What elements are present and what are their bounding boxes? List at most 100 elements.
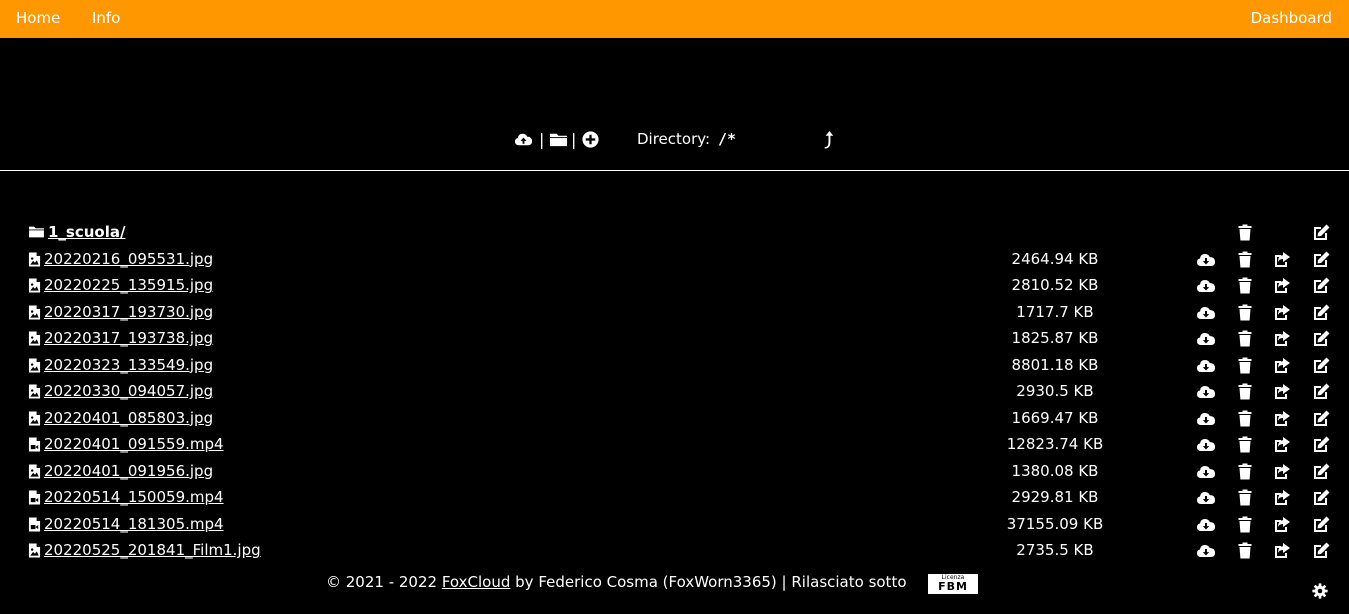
share-icon[interactable]	[1273, 357, 1291, 374]
share-icon[interactable]	[1273, 542, 1291, 559]
edit-icon[interactable]	[1313, 516, 1330, 533]
file-video-icon	[28, 437, 41, 452]
file-link[interactable]: 20220401_091559.mp4	[44, 435, 224, 453]
file-link[interactable]: 20220330_094057.jpg	[44, 382, 213, 400]
license-badge[interactable]: Licenza FBM	[928, 574, 978, 594]
file-row: 20220525_201841_Film1.jpg 2735.5 KB	[0, 537, 1349, 564]
cloud-download-icon[interactable]	[1196, 463, 1216, 480]
file-size: 37155.09 KB	[1006, 514, 1104, 533]
cloud-download-icon[interactable]	[1196, 304, 1216, 321]
file-row: 20220323_133549.jpg 8801.18 KB	[0, 352, 1349, 379]
share-icon[interactable]	[1273, 489, 1291, 506]
file-row: 20220514_181305.mp4 37155.09 KB	[0, 511, 1349, 538]
edit-icon[interactable]	[1313, 489, 1330, 506]
file-link[interactable]: 20220317_193730.jpg	[44, 303, 213, 321]
plus-circle-icon[interactable]	[581, 130, 600, 149]
level-up-icon[interactable]	[819, 130, 838, 149]
folder-link[interactable]: 1_scuola/	[48, 223, 125, 241]
share-icon[interactable]	[1273, 277, 1291, 294]
nav-home-link[interactable]: Home	[16, 10, 60, 27]
cloud-download-icon[interactable]	[1196, 436, 1216, 453]
file-link[interactable]: 20220317_193738.jpg	[44, 329, 213, 347]
edit-icon[interactable]	[1313, 304, 1330, 321]
file-link[interactable]: 20220216_095531.jpg	[44, 250, 213, 268]
cloud-upload-icon[interactable]	[514, 130, 533, 149]
trash-icon[interactable]	[1238, 304, 1252, 321]
cloud-download-icon[interactable]	[1196, 357, 1216, 374]
cloud-download-icon[interactable]	[1196, 251, 1216, 268]
divider-line	[0, 170, 1349, 171]
trash-icon[interactable]	[1238, 277, 1252, 294]
file-size: 1669.47 KB	[1011, 408, 1099, 427]
share-icon[interactable]	[1273, 410, 1291, 427]
license-badge-label: FBM	[938, 580, 968, 593]
file-link[interactable]: 20220323_133549.jpg	[44, 356, 213, 374]
foxcloud-link[interactable]: FoxCloud	[442, 573, 511, 591]
cloud-download-icon[interactable]	[1196, 383, 1216, 400]
file-image-icon	[28, 305, 41, 319]
nav-info-link[interactable]: Info	[92, 10, 120, 27]
share-icon[interactable]	[1273, 330, 1291, 347]
edit-icon[interactable]	[1313, 463, 1330, 480]
trash-icon[interactable]	[1238, 436, 1252, 453]
toolbar-separator: |	[571, 130, 577, 149]
trash-icon[interactable]	[1238, 489, 1252, 506]
edit-icon[interactable]	[1313, 542, 1330, 559]
cloud-download-icon[interactable]	[1196, 516, 1216, 533]
toolbar-separator: |	[539, 130, 545, 149]
folder-icon[interactable]	[549, 130, 568, 149]
cloud-download-icon[interactable]	[1196, 330, 1216, 347]
cloud-download-icon[interactable]	[1196, 489, 1216, 506]
trash-icon[interactable]	[1238, 251, 1252, 268]
file-size: 2810.52 KB	[1011, 276, 1099, 294]
file-size: 2929.81 KB	[1011, 488, 1099, 506]
share-icon[interactable]	[1273, 516, 1291, 533]
trash-icon[interactable]	[1238, 224, 1252, 241]
trash-icon[interactable]	[1238, 330, 1252, 347]
cloud-download-icon[interactable]	[1196, 410, 1216, 427]
edit-icon[interactable]	[1313, 277, 1330, 294]
file-link[interactable]: 20220514_181305.mp4	[44, 515, 224, 533]
cloud-download-icon[interactable]	[1196, 542, 1216, 559]
edit-icon[interactable]	[1313, 410, 1330, 427]
file-row: 20220317_193738.jpg 1825.87 KB	[0, 325, 1349, 352]
trash-icon[interactable]	[1238, 383, 1252, 400]
share-icon[interactable]	[1273, 463, 1291, 480]
trash-icon[interactable]	[1238, 516, 1252, 533]
gear-icon[interactable]	[1312, 583, 1328, 599]
share-icon[interactable]	[1273, 304, 1291, 321]
edit-icon[interactable]	[1313, 436, 1330, 453]
file-link[interactable]: 20220401_085803.jpg	[44, 409, 213, 427]
top-nav-bar: Home Info Dashboard	[0, 0, 1349, 38]
file-row: 20220401_085803.jpg 1669.47 KB	[0, 405, 1349, 432]
file-size: 1380.08 KB	[1011, 461, 1099, 480]
nav-dashboard-link[interactable]: Dashboard	[1251, 10, 1332, 27]
share-icon[interactable]	[1273, 251, 1291, 268]
directory-label: Directory:	[637, 130, 711, 148]
file-size: 8801.18 KB	[1011, 355, 1099, 374]
file-size: 2735.5 KB	[1016, 541, 1094, 559]
edit-icon[interactable]	[1313, 383, 1330, 400]
edit-icon[interactable]	[1313, 330, 1330, 347]
file-image-icon	[28, 464, 41, 478]
trash-icon[interactable]	[1238, 410, 1252, 427]
trash-icon[interactable]	[1238, 542, 1252, 559]
edit-icon[interactable]	[1313, 251, 1330, 268]
file-link[interactable]: 20220401_091956.jpg	[44, 462, 213, 480]
cloud-download-icon[interactable]	[1196, 277, 1216, 294]
edit-icon[interactable]	[1313, 357, 1330, 374]
file-toolbar: | | Directory: /*	[0, 128, 1349, 152]
file-image-icon	[28, 358, 41, 372]
file-link[interactable]: 20220225_135915.jpg	[44, 276, 213, 294]
trash-icon[interactable]	[1238, 357, 1252, 374]
share-icon[interactable]	[1273, 436, 1291, 453]
trash-icon[interactable]	[1238, 463, 1252, 480]
file-size: 1825.87 KB	[1011, 329, 1099, 347]
file-link[interactable]: 20220514_150059.mp4	[44, 488, 224, 506]
edit-icon[interactable]	[1313, 224, 1330, 241]
file-row: 20220514_150059.mp4 2929.81 KB	[0, 484, 1349, 511]
file-link[interactable]: 20220525_201841_Film1.jpg	[44, 541, 261, 559]
share-icon[interactable]	[1273, 383, 1291, 400]
file-size: 1717.7 KB	[1016, 302, 1094, 321]
footer-prefix: © 2021 - 2022	[326, 573, 442, 591]
